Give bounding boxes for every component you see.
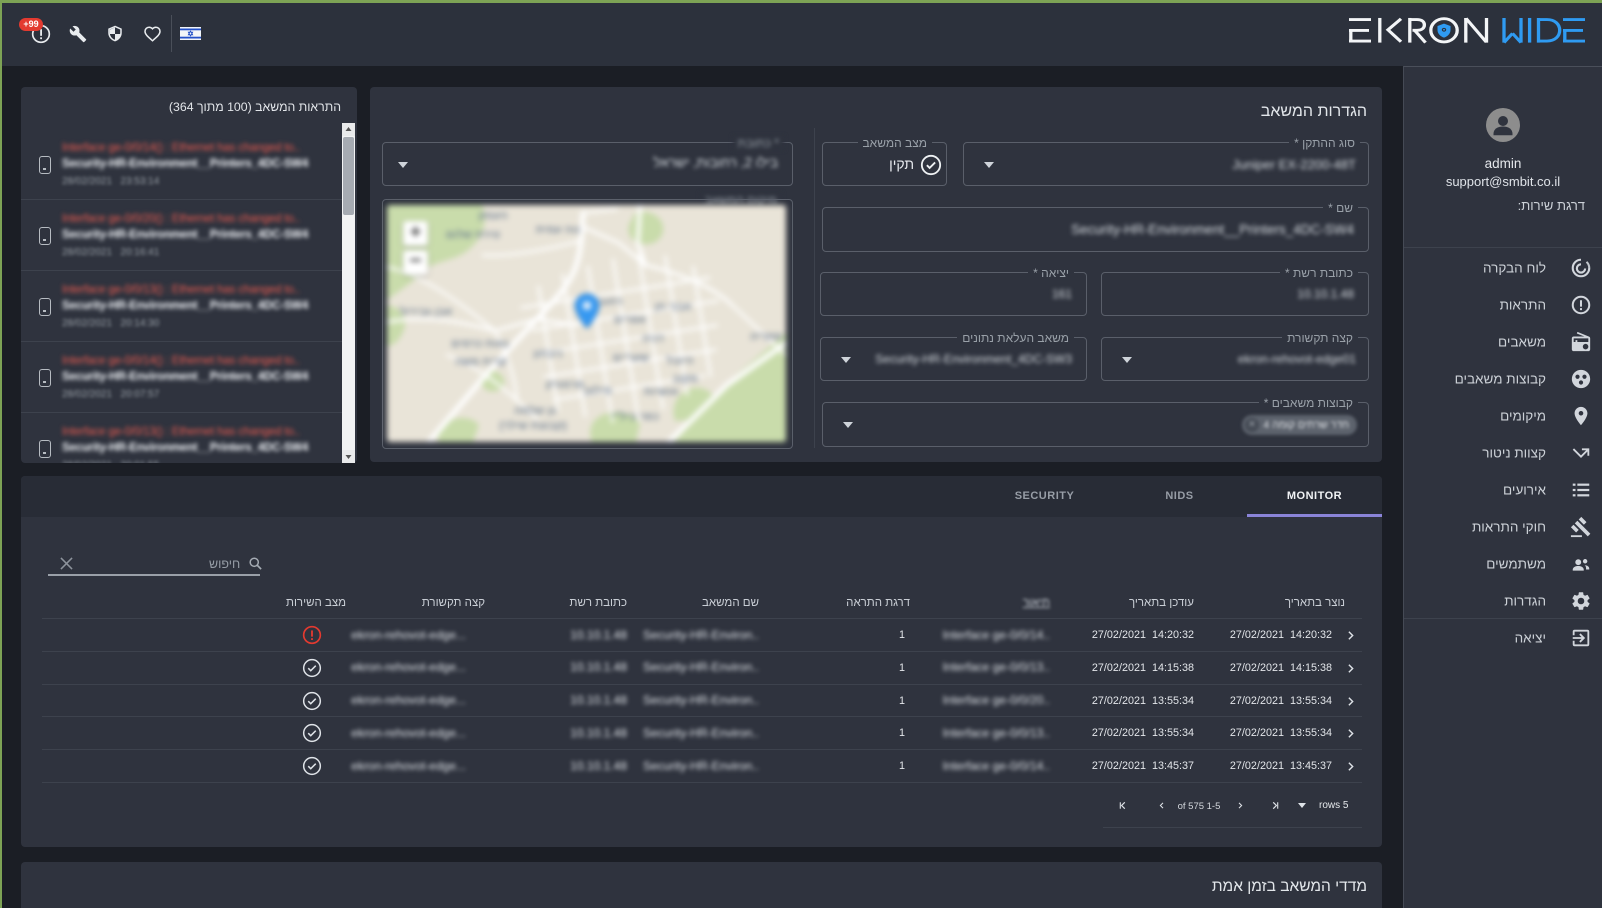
- svg-text:דניה: דניה: [642, 333, 664, 345]
- svg-text:ניבחון: ניבחון: [533, 348, 562, 360]
- svg-text:מילצן: מילצן: [584, 384, 612, 397]
- svg-text:אפרים: אפרים: [614, 314, 647, 326]
- svg-text:סתריה: סתריה: [750, 331, 783, 343]
- svg-text:גן שלמה: גן שלמה: [514, 404, 556, 417]
- svg-text:מקוב: מקוב: [672, 373, 697, 385]
- svg-text:כפר ביל"י: כפר ביל"י: [611, 410, 659, 423]
- svg-text:היובל: היובל: [666, 354, 693, 367]
- svg-text:(קבוצת שילר): (קבוצת שילר): [499, 419, 567, 432]
- svg-text:העמק: העמק: [478, 210, 507, 222]
- svg-text:שעריים: שעריים: [613, 352, 649, 364]
- svg-text:טירת שלום: טירת שלום: [446, 228, 500, 241]
- svg-text:נאות כרמים: נאות כרמים: [451, 338, 509, 350]
- svg-text:אבני חן: אבני חן: [655, 301, 692, 313]
- svg-text:קרית משה: קרית משה: [455, 356, 507, 368]
- svg-text:אבן גבירול: אבן גבירול: [400, 305, 453, 318]
- svg-text:אושיות: אושיות: [644, 386, 679, 398]
- svg-text:נוה עמית: נוה עמית: [536, 224, 580, 236]
- svg-text:מרמורק: מרמורק: [546, 379, 585, 391]
